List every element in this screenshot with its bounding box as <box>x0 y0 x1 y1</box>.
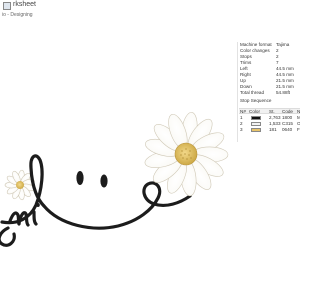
thread-color-swatch <box>251 116 261 120</box>
window-title: rksheet <box>13 1 36 8</box>
window-subtitle: io - Designing <box>2 12 33 18</box>
thread-color-swatch <box>251 128 261 132</box>
left-eye <box>76 171 84 185</box>
title-bar: rksheet io - Designing <box>0 0 300 22</box>
stop-table-header: N# Color St. Code N <box>239 108 300 114</box>
right-eye <box>100 174 108 188</box>
app-icon <box>3 2 11 10</box>
prop-total-thread: Total thread 54.88ft <box>240 90 291 95</box>
design-canvas[interactable] <box>0 22 237 300</box>
big-daisy-center <box>174 142 198 166</box>
stop-row[interactable]: 3 181 0640 F <box>239 127 300 133</box>
design-properties-panel: Machine format Tajima Color changes 2 Stop… <box>237 42 300 142</box>
small-daisy-center <box>16 181 24 189</box>
embroidery-design <box>0 112 229 247</box>
i-dot <box>36 203 40 207</box>
thread-color-swatch <box>251 122 261 126</box>
prop-stop-sequence: Stop Sequence <box>240 98 272 103</box>
